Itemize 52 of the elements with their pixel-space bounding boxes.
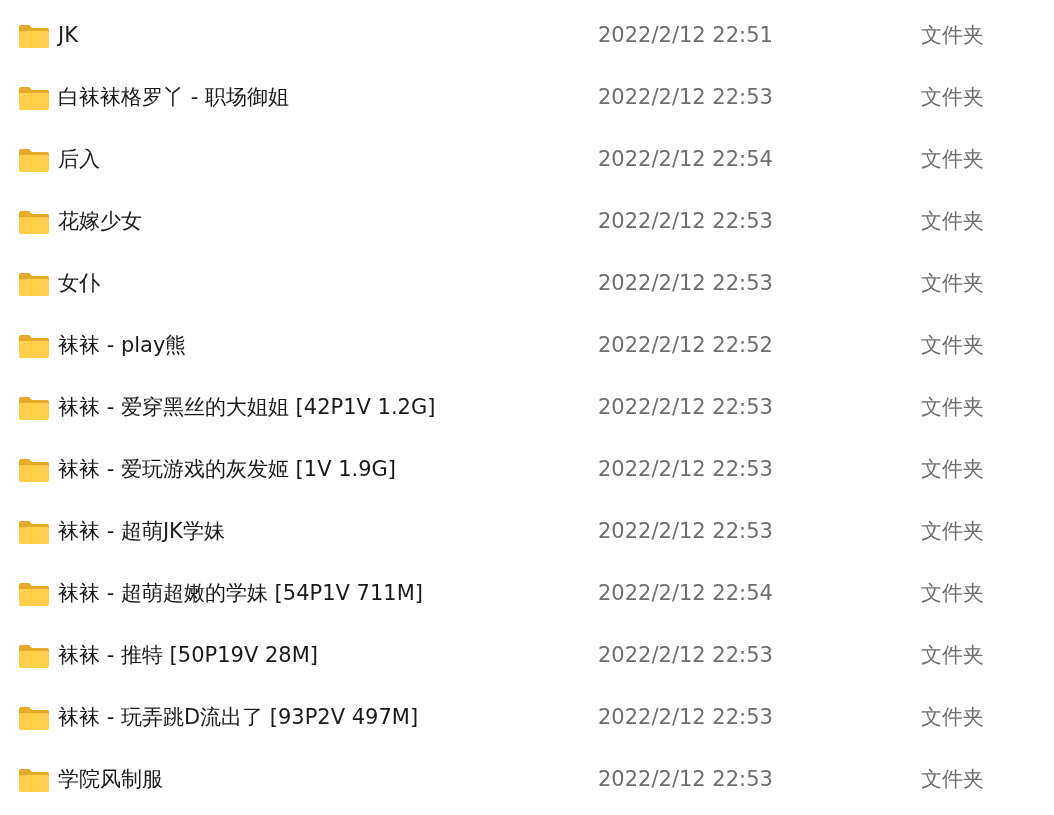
modified-date: 2022/2/12 22:53 <box>598 456 774 484</box>
file-type: 文件夹 <box>921 208 984 236</box>
file-name: 白袜袜格罗丫 - 职场御姐 <box>58 84 290 112</box>
file-type: 文件夹 <box>921 704 984 732</box>
file-name: 袜袜 - 推特 [50P19V 28M] <box>58 642 319 670</box>
folder-icon <box>19 272 49 296</box>
modified-date: 2022/2/12 22:53 <box>598 270 774 298</box>
folder-icon <box>19 210 49 234</box>
folder-icon <box>19 768 49 792</box>
folder-icon <box>19 396 49 420</box>
modified-date: 2022/2/12 22:54 <box>598 580 774 608</box>
file-type: 文件夹 <box>921 146 984 174</box>
modified-date: 2022/2/12 22:52 <box>598 332 774 360</box>
modified-date: 2022/2/12 22:53 <box>598 394 774 422</box>
file-type: 文件夹 <box>921 22 984 50</box>
file-name: 袜袜 - 爱穿黑丝的大姐姐 [42P1V 1.2G] <box>58 394 437 422</box>
file-name: 花嫁少女 <box>58 208 143 236</box>
folder-icon <box>19 644 49 668</box>
folder-icon <box>19 148 49 172</box>
file-type: 文件夹 <box>921 642 984 670</box>
file-name: 袜袜 - 超萌超嫩的学妹 [54P1V 711M] <box>58 580 424 608</box>
modified-date: 2022/2/12 22:53 <box>598 704 774 732</box>
modified-date: 2022/2/12 22:53 <box>598 642 774 670</box>
folder-icon <box>19 706 49 730</box>
file-name: 袜袜 - play熊 <box>58 332 188 360</box>
file-name: 女仆 <box>58 270 101 298</box>
file-name: 袜袜 - 超萌JK学妹 <box>58 518 226 546</box>
file-name: JK <box>58 22 79 50</box>
file-type: 文件夹 <box>921 394 984 422</box>
folder-icon <box>19 582 49 606</box>
file-type: 文件夹 <box>921 766 984 794</box>
file-type: 文件夹 <box>921 332 984 360</box>
file-type: 文件夹 <box>921 518 984 546</box>
modified-date: 2022/2/12 22:54 <box>598 146 774 174</box>
modified-date: 2022/2/12 22:53 <box>598 208 774 236</box>
file-type: 文件夹 <box>921 84 984 112</box>
folder-icon <box>19 86 49 110</box>
modified-date: 2022/2/12 22:53 <box>598 84 774 112</box>
file-name: 学院风制服 <box>58 766 164 794</box>
file-type: 文件夹 <box>921 456 984 484</box>
file-name: 后入 <box>58 146 101 174</box>
modified-date: 2022/2/12 22:51 <box>598 22 774 50</box>
folder-icon <box>19 458 49 482</box>
modified-date: 2022/2/12 22:53 <box>598 766 774 794</box>
folder-icon <box>19 24 49 48</box>
file-type: 文件夹 <box>921 270 984 298</box>
folder-icon <box>19 334 49 358</box>
file-name: 袜袜 - 玩弄跳D流出了 [93P2V 497M] <box>58 704 420 732</box>
modified-date: 2022/2/12 22:53 <box>598 518 774 546</box>
file-name: 袜袜 - 爱玩游戏的灰发姬 [1V 1.9G] <box>58 456 398 484</box>
file-type: 文件夹 <box>921 580 984 608</box>
folder-icon <box>19 520 49 544</box>
